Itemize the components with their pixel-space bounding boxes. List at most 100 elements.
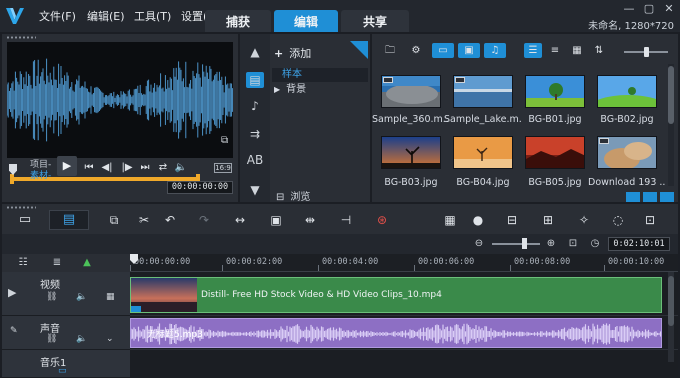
audio-track-lane[interactable]: 无标题5.mp3 <box>130 316 678 350</box>
browse-button[interactable]: ⊟ 浏览 <box>276 188 310 203</box>
add-track-icon[interactable]: ▲ <box>80 256 94 270</box>
menu-tools[interactable]: 工具(T) <box>134 8 171 24</box>
panel-grip[interactable] <box>6 206 36 209</box>
grid-view-icon[interactable]: ▦ <box>568 43 586 58</box>
timeline-view-icon[interactable]: ▤ <box>49 210 89 230</box>
link-icon[interactable]: ⛓ <box>46 292 57 302</box>
redo-icon[interactable]: ↷ <box>196 212 212 228</box>
list-view-icon[interactable]: ☰ <box>524 43 542 58</box>
tab-share[interactable]: 共享 <box>341 10 409 32</box>
timeline-zoom-knob[interactable] <box>522 238 527 249</box>
thumbnail-sample-360[interactable] <box>381 75 441 108</box>
panel-grip[interactable] <box>6 36 36 39</box>
audio-clip[interactable]: 无标题5.mp3 <box>130 318 662 348</box>
preview-screen[interactable] <box>7 42 233 158</box>
audio-track-name: 声音 <box>40 324 60 335</box>
chapter-icon[interactable]: ≣ <box>50 256 64 270</box>
scroll-up-icon[interactable]: ▲ <box>246 44 264 60</box>
trim-icon[interactable]: ⊣ <box>338 212 354 228</box>
folder-item-background[interactable]: ▶ 背景 <box>272 83 368 97</box>
clock-icon[interactable]: ◷ <box>588 237 602 251</box>
tab-capture[interactable]: 捕获 <box>205 10 271 32</box>
duplicate-icon[interactable]: ⧉ <box>106 212 122 228</box>
speaker-icon[interactable]: 🔈 <box>76 334 87 344</box>
pan-zoom-icon[interactable]: ▣ <box>268 212 284 228</box>
mask-icon[interactable]: ◌ <box>610 212 626 228</box>
timeline-zoom-slider[interactable] <box>492 243 540 245</box>
tools-icon[interactable]: ✂ <box>136 212 152 228</box>
menu-file[interactable]: 文件(F) <box>39 8 76 24</box>
maximize-icon[interactable]: ▢ <box>641 2 657 16</box>
fit-project-icon[interactable]: ↔ <box>232 212 248 228</box>
thumbnail-bg-b03[interactable] <box>381 136 441 169</box>
aspect-ratio-badge[interactable]: 16:9 <box>214 163 232 173</box>
media-icon[interactable]: ▤ <box>246 72 264 88</box>
preview-timecode[interactable]: 00:00:00:00 <box>167 181 233 194</box>
scroll-down-icon[interactable]: ▼ <box>246 182 264 198</box>
music-link-icon[interactable]: ▭ <box>58 366 67 376</box>
split-icon[interactable]: ⇹ <box>302 212 318 228</box>
fit-window-icon[interactable]: ⊡ <box>566 237 580 251</box>
track-manager-icon[interactable]: ☷ <box>16 256 30 270</box>
next-frame-icon[interactable]: |▶ <box>120 161 134 175</box>
grid-icon[interactable]: ▦ <box>106 292 115 302</box>
filter-video-icon[interactable]: ▭ <box>432 43 454 58</box>
menu-settings[interactable]: 设置( <box>181 8 207 24</box>
storyboard-view-icon[interactable]: ▭ <box>12 210 38 230</box>
thumbnail-download-193[interactable] <box>597 136 657 169</box>
subtitle-icon[interactable]: ⊟ <box>504 212 520 228</box>
transition-icon[interactable]: ⇉ <box>246 126 264 142</box>
home-icon[interactable]: ⏮ <box>82 161 96 175</box>
thumbnail-bg-b05[interactable] <box>525 136 585 169</box>
video-track-lane[interactable]: Distill- Free HD Stock Video & HD Video … <box>130 272 678 316</box>
sort-icon[interactable]: ⇅ <box>592 43 606 58</box>
thumbnail-sample-lake[interactable] <box>453 75 513 108</box>
thumbnail-bg-b01[interactable] <box>525 75 585 108</box>
detail-view-icon[interactable]: ≡ <box>546 43 564 58</box>
menu-edit[interactable]: 编辑(E) <box>87 8 125 24</box>
music-track-lane[interactable] <box>130 350 678 378</box>
tab-edit[interactable]: 编辑 <box>274 10 338 32</box>
thumbnail-size-knob[interactable] <box>644 47 649 57</box>
multi-cam-icon[interactable]: ▦ <box>442 212 458 228</box>
music-note-icon[interactable]: ♪ <box>246 98 264 114</box>
library-scroll-thumb[interactable] <box>668 66 674 124</box>
timeline-ruler[interactable]: 00:00:00:00 00:00:02:00 00:00:04:00 00:0… <box>130 254 678 272</box>
minimize-icon[interactable]: — <box>621 2 637 16</box>
end-icon[interactable]: ⏭ <box>138 161 152 175</box>
prev-frame-icon[interactable]: ◀| <box>100 161 114 175</box>
folder-item-sample[interactable]: 样本 <box>272 68 368 82</box>
video-clip[interactable]: Distill- Free HD Stock Video & HD Video … <box>130 277 662 313</box>
chevron-down-icon[interactable]: ⌄ <box>106 334 114 344</box>
clip-mode-icon[interactable]: ⧉ <box>221 135 233 147</box>
expand-arrow-icon[interactable]: ▶ <box>274 85 280 94</box>
timeline-vertical-scroll-thumb[interactable] <box>668 276 674 326</box>
zoom-in-icon[interactable]: ⊕ <box>544 237 558 251</box>
pin-icon[interactable] <box>350 41 368 59</box>
add-folder-button[interactable]: + 添加 <box>274 45 311 61</box>
thumbnail-bg-b04[interactable] <box>453 136 513 169</box>
title-ab-icon[interactable]: AB <box>246 152 264 168</box>
undo-icon[interactable]: ↶ <box>162 212 178 228</box>
motion-icon[interactable]: ● <box>470 212 486 228</box>
fit-timeline-icon[interactable]: ⊡ <box>642 212 658 228</box>
timeline-timecode[interactable]: 0:02:10:01 <box>608 237 670 251</box>
gear-icon[interactable]: ⚙ <box>408 43 424 58</box>
motion-track-icon[interactable]: ✧ <box>576 212 592 228</box>
repeat-icon[interactable]: ⇄ <box>156 161 170 175</box>
library-view-toggle[interactable] <box>626 192 674 202</box>
zoom-out-icon[interactable]: ⊖ <box>472 237 486 251</box>
close-icon[interactable]: ✕ <box>661 2 677 16</box>
volume-icon[interactable]: 🔈 <box>174 161 188 175</box>
play-button[interactable]: ▶ <box>57 156 77 176</box>
speaker-icon[interactable]: 🔈 <box>76 292 87 302</box>
import-folder-icon[interactable]: 🗀 <box>382 43 398 58</box>
mode-clip[interactable]: 素材- <box>30 168 51 181</box>
thumbnail-bg-b02[interactable] <box>597 75 657 108</box>
trim-in-handle[interactable] <box>10 174 14 184</box>
link-icon[interactable]: ⛓ <box>46 334 57 344</box>
filter-photo-icon[interactable]: ▣ <box>458 43 480 58</box>
filter-audio-icon[interactable]: ♫ <box>484 43 506 58</box>
record-capture-icon[interactable]: ⊛ <box>374 212 390 228</box>
split-screen-icon[interactable]: ⊞ <box>540 212 556 228</box>
